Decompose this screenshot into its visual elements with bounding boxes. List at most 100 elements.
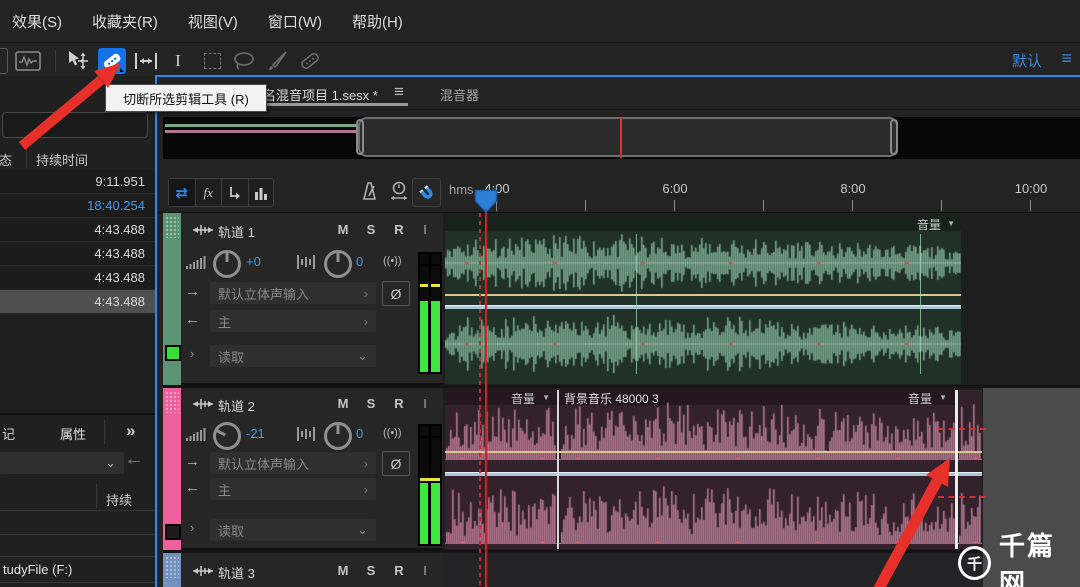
- tab-menu-icon[interactable]: ≡: [394, 82, 404, 102]
- track1-phase-button[interactable]: Ø: [382, 281, 410, 306]
- menu-effects[interactable]: 效果(S): [12, 11, 62, 32]
- file-row[interactable]: 18:40.254: [0, 194, 155, 218]
- track1-solo-button[interactable]: S: [362, 222, 380, 237]
- track2-color-chip[interactable]: [165, 524, 181, 540]
- marquee-tool-button[interactable]: [198, 48, 226, 74]
- files-search-field[interactable]: [2, 112, 148, 138]
- track2-volume-value[interactable]: -21: [246, 426, 265, 441]
- tab-session[interactable]: 名混音项目 1.sesx *: [263, 85, 378, 104]
- metronome-button[interactable]: [358, 180, 380, 207]
- monitor-ring-icon[interactable]: ((•)): [383, 427, 402, 439]
- track1-record-button[interactable]: R: [390, 222, 408, 237]
- file-row[interactable]: 4:43.488: [0, 266, 155, 290]
- track1-pan-knob[interactable]: [324, 250, 352, 278]
- file-path-row[interactable]: tudyFile (F:): [3, 562, 72, 577]
- track2-pan-value[interactable]: 0: [356, 426, 363, 441]
- track3-monitor-button[interactable]: I: [416, 563, 434, 578]
- crossfade-toggle-button[interactable]: ⇄: [169, 179, 196, 206]
- track2-pan-knob[interactable]: [324, 422, 352, 450]
- automation-expander[interactable]: ›: [190, 346, 194, 361]
- tab-properties[interactable]: 属性: [60, 424, 86, 443]
- razor-tool-button[interactable]: [98, 48, 126, 74]
- dropdown-arrow-icon[interactable]: ▼: [947, 219, 955, 228]
- timeline-ruler[interactable]: [443, 166, 1080, 213]
- ibeam-tool-button[interactable]: I: [164, 48, 192, 74]
- track2-input-select[interactable]: 默认立体声输入 ›: [210, 452, 376, 474]
- track1-pan-value[interactable]: 0: [356, 254, 363, 269]
- column-divider[interactable]: [26, 148, 27, 168]
- track-grip-handle[interactable]: [165, 216, 179, 238]
- track1-input-select[interactable]: 默认立体声输入 ›: [210, 282, 376, 304]
- lasso-tool-button[interactable]: [230, 48, 258, 74]
- playhead-marker[interactable]: [474, 189, 499, 214]
- track3-name[interactable]: 轨道 3: [218, 563, 255, 582]
- panel-overflow-chevrons[interactable]: »: [126, 421, 135, 441]
- track1-monitor-button[interactable]: I: [416, 222, 434, 237]
- track2-volume-envelope[interactable]: [445, 451, 982, 453]
- file-row[interactable]: 4:43.488: [0, 242, 155, 266]
- monitor-ring-icon[interactable]: ((•)): [383, 255, 402, 267]
- workspace-selector[interactable]: 默认: [1012, 50, 1042, 71]
- navigator-handle-left[interactable]: [356, 119, 364, 155]
- partial-tool-button[interactable]: [0, 48, 8, 74]
- ruler-unit-label[interactable]: hms: [449, 182, 474, 197]
- track2-solo-button[interactable]: S: [362, 396, 380, 411]
- track3-solo-button[interactable]: S: [362, 563, 380, 578]
- track1-automation-select[interactable]: 读取 ⌄: [210, 345, 376, 367]
- track1-output-select[interactable]: 主 ›: [210, 310, 376, 332]
- track3-record-button[interactable]: R: [390, 563, 408, 578]
- track2-monitor-button[interactable]: I: [416, 396, 434, 411]
- routing-button[interactable]: [222, 179, 249, 206]
- file-row-selected[interactable]: 4:43.488: [0, 290, 155, 314]
- track2-output-select[interactable]: 主 ›: [210, 478, 376, 500]
- track2-color-strip[interactable]: [163, 388, 181, 550]
- track3-color-strip[interactable]: [163, 553, 181, 587]
- clip-header[interactable]: [445, 215, 961, 231]
- track1-volume-knob[interactable]: [213, 250, 241, 278]
- multitrack-view-button[interactable]: [14, 48, 42, 74]
- file-row[interactable]: 9:11.951: [0, 170, 155, 194]
- menu-favorites[interactable]: 收藏夹(R): [92, 11, 158, 32]
- track1-color-strip[interactable]: [163, 213, 181, 385]
- navigator-handle-right[interactable]: [890, 119, 898, 155]
- track2-phase-button[interactable]: Ø: [382, 451, 410, 476]
- menu-help[interactable]: 帮助(H): [352, 11, 403, 32]
- tab-markers[interactable]: 记: [2, 424, 15, 443]
- menu-window[interactable]: 窗口(W): [268, 11, 322, 32]
- slip-tool-button[interactable]: [132, 48, 160, 74]
- duration-column-header[interactable]: 持续: [106, 490, 132, 509]
- metering-button[interactable]: [249, 179, 274, 206]
- track1-pan-envelope[interactable]: [445, 305, 961, 309]
- duration-column-header[interactable]: 持续时间: [36, 150, 88, 169]
- track2-automation-select[interactable]: 读取 ⌄: [210, 519, 376, 541]
- track2-record-button[interactable]: R: [390, 396, 408, 411]
- track-grip-handle[interactable]: [165, 556, 179, 578]
- track-grip-handle[interactable]: [165, 391, 179, 413]
- move-tool-button[interactable]: [64, 48, 92, 74]
- navigator-viewport[interactable]: [358, 117, 898, 157]
- track1-name[interactable]: 轨道 1: [218, 222, 255, 241]
- menu-view[interactable]: 视图(V): [188, 11, 238, 32]
- clip-volume-label[interactable]: 音量: [917, 216, 941, 233]
- tab-mixer[interactable]: 混音器: [440, 85, 479, 104]
- snap-toggle-button[interactable]: [412, 178, 441, 207]
- track1-color-chip[interactable]: [165, 345, 181, 361]
- fx-toggle-button[interactable]: fx: [196, 179, 223, 206]
- track3-lane[interactable]: [443, 553, 983, 587]
- track1-volume-envelope[interactable]: [445, 294, 961, 296]
- file-row[interactable]: 4:43.488: [0, 218, 155, 242]
- workspace-menu-icon[interactable]: ≡: [1061, 48, 1072, 69]
- healing-brush-tool-button[interactable]: [296, 48, 324, 74]
- automation-expander[interactable]: ›: [190, 520, 194, 535]
- brush-tool-button[interactable]: [264, 48, 292, 74]
- marker-type-dropdown[interactable]: ⌄: [0, 452, 124, 474]
- status-column-header[interactable]: 状态: [0, 150, 12, 169]
- track1-mute-button[interactable]: M: [334, 222, 352, 237]
- track2-mute-button[interactable]: M: [334, 396, 352, 411]
- global-clip-stretch-button[interactable]: [388, 180, 410, 207]
- clip-cut-line[interactable]: [557, 390, 559, 549]
- track2-name[interactable]: 轨道 2: [218, 396, 255, 415]
- back-arrow-icon[interactable]: ←: [124, 448, 144, 471]
- track3-mute-button[interactable]: M: [334, 563, 352, 578]
- track2-pan-envelope[interactable]: [445, 472, 982, 476]
